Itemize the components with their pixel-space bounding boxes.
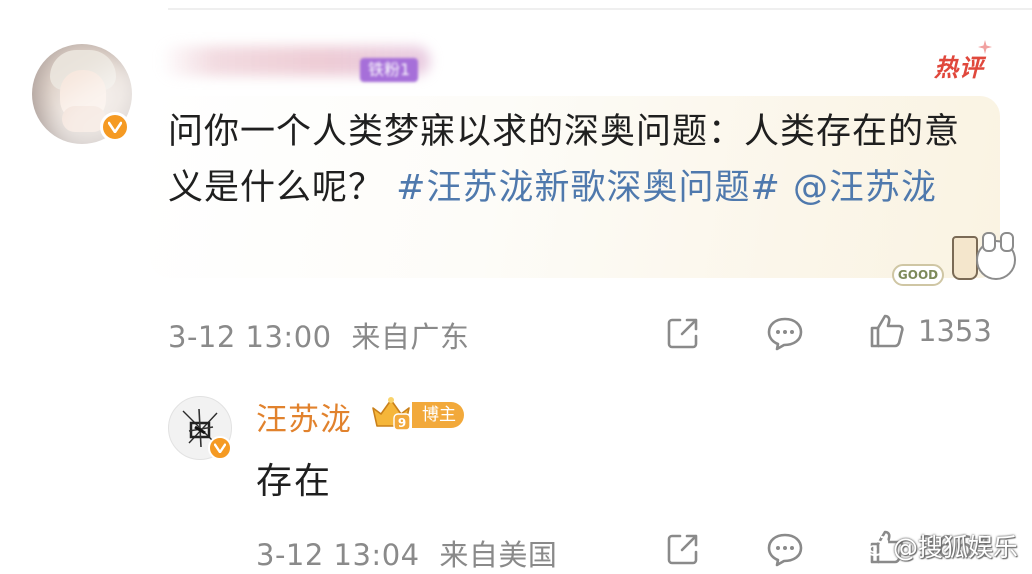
coffee-cup-icon (952, 236, 978, 280)
comment-meta: 3-12 13:00 来自广东 (168, 314, 469, 356)
watermark: @搜狐娱乐 (863, 528, 1018, 564)
level-number: 9 (398, 416, 406, 430)
top-divider (168, 8, 1032, 10)
share-icon (667, 318, 698, 349)
comment-text: 问你一个人类梦寐以求的深奥问题：人类存在的意义是什么呢？ #汪苏泷新歌深奥问题#… (168, 104, 988, 216)
like-button[interactable]: 1353 (868, 312, 992, 350)
bunny-icon (976, 232, 1016, 280)
weibo-icon (863, 536, 889, 556)
topic-link[interactable]: #汪苏泷新歌深奥问题# (396, 168, 781, 208)
crown-icon: 9 (372, 397, 411, 431)
mention-link[interactable]: @汪苏泷 (793, 168, 937, 208)
reply-text: 存在 (256, 461, 333, 502)
reply-meta: 3-12 13:04 来自美国 (256, 532, 557, 574)
share-button[interactable] (664, 314, 702, 352)
reply-location: 来自美国 (439, 538, 558, 572)
like-icon (870, 314, 904, 348)
reply-share-button[interactable] (664, 530, 702, 568)
verified-icon (100, 112, 130, 142)
share-icon (667, 534, 698, 565)
watermark-text: @搜狐娱乐 (892, 533, 1018, 562)
blogger-tag: 博主 (412, 402, 464, 428)
comment-location: 来自广东 (351, 320, 470, 354)
comment-button[interactable] (766, 316, 804, 352)
reply-time: 3-12 13:04 (256, 538, 420, 572)
fan-badge: 铁粉1 (360, 58, 419, 82)
good-sticker: GOOD (892, 226, 1022, 290)
reply-author-name[interactable]: 汪苏泷 (256, 394, 352, 439)
comment-time: 3-12 13:00 (168, 320, 332, 354)
verified-icon (208, 436, 232, 460)
hot-comment-label: 热评 (934, 54, 984, 82)
good-sticker-text: GOOD (892, 264, 944, 286)
like-count: 1353 (918, 314, 992, 348)
comment-icon (767, 317, 803, 351)
